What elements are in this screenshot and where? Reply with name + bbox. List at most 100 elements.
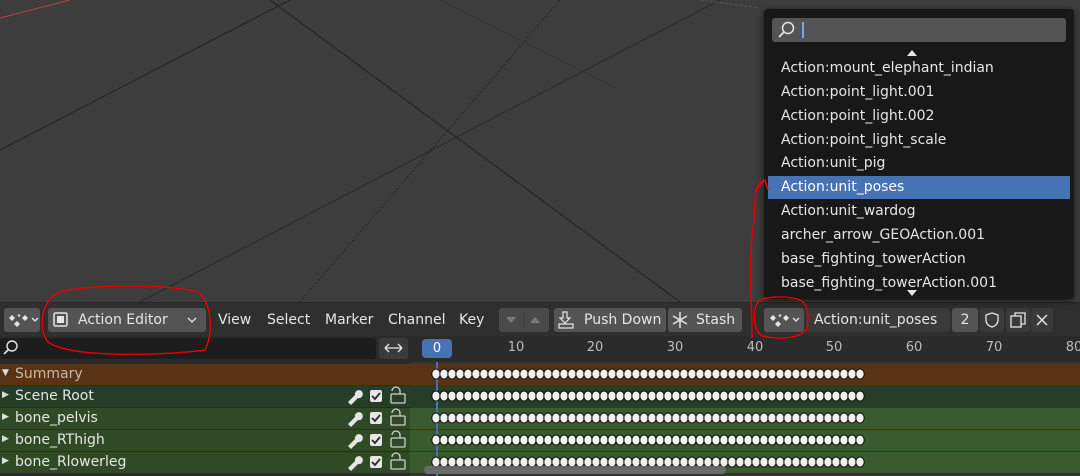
keyframe-marker[interactable] <box>607 390 617 402</box>
keyframe-timeline[interactable]: 0 10 20 30 40 50 60 70 80 <box>410 336 1080 476</box>
keyframe-marker[interactable] <box>719 412 729 424</box>
keyframe-marker[interactable] <box>519 412 529 424</box>
keyframe-marker[interactable] <box>807 368 817 380</box>
keyframe-marker[interactable] <box>551 434 561 446</box>
keyframe-marker[interactable] <box>735 456 745 468</box>
keyframe-marker[interactable] <box>655 434 665 446</box>
keyframe-marker[interactable] <box>823 390 833 402</box>
keyframe-marker[interactable] <box>463 368 473 380</box>
keyframe-marker[interactable] <box>607 368 617 380</box>
keyframe-marker[interactable] <box>823 456 833 468</box>
keyframe-marker[interactable] <box>543 434 553 446</box>
keyframe-marker[interactable] <box>767 412 777 424</box>
keyframe-marker[interactable] <box>567 368 577 380</box>
keyframe-marker[interactable] <box>743 390 753 402</box>
keyframe-marker[interactable] <box>767 368 777 380</box>
keyframe-marker[interactable] <box>663 390 673 402</box>
keyframe-marker[interactable] <box>847 368 857 380</box>
keyframe-marker[interactable] <box>751 434 761 446</box>
keyframe-marker[interactable] <box>727 456 737 468</box>
keyframe-marker[interactable] <box>535 368 545 380</box>
keyframe-marker[interactable] <box>447 390 457 402</box>
keyframe-marker[interactable] <box>479 390 489 402</box>
keyframe-marker[interactable] <box>791 434 801 446</box>
keyframe-marker[interactable] <box>759 434 769 446</box>
keyframe-marker[interactable] <box>711 390 721 402</box>
keyframe-marker[interactable] <box>767 456 777 468</box>
keyframe-marker[interactable] <box>735 412 745 424</box>
keyframe-marker[interactable] <box>767 390 777 402</box>
editor-type-button[interactable] <box>4 308 40 332</box>
keyframe-marker[interactable] <box>719 368 729 380</box>
keyframe-marker[interactable] <box>663 412 673 424</box>
keyframe-marker[interactable] <box>735 434 745 446</box>
keyframe-marker[interactable] <box>527 390 537 402</box>
expand-triangle-icon[interactable]: ▶ <box>2 434 9 444</box>
wrench-icon[interactable] <box>348 390 363 471</box>
dropdown-item[interactable]: Action:point_light_scale <box>768 129 1070 152</box>
dropdown-item[interactable]: Action:unit_pig <box>768 152 1070 175</box>
keyframe-marker[interactable] <box>535 390 545 402</box>
unlock-icon[interactable] <box>390 386 406 470</box>
keyframe-marker[interactable] <box>591 412 601 424</box>
keyframe-marker[interactable] <box>583 390 593 402</box>
keyframe-marker[interactable] <box>487 368 497 380</box>
keyframe-marker[interactable] <box>479 412 489 424</box>
unlink-action-button[interactable] <box>1031 308 1053 332</box>
keyframe-marker[interactable] <box>775 368 785 380</box>
keyframe-marker[interactable] <box>727 390 737 402</box>
mode-select[interactable]: Action Editor <box>48 308 206 332</box>
keyframe-marker[interactable] <box>583 434 593 446</box>
keyframe-marker[interactable] <box>695 434 705 446</box>
keyframe-marker[interactable] <box>583 412 593 424</box>
keyframe-marker[interactable] <box>711 368 721 380</box>
keyframe-marker[interactable] <box>703 434 713 446</box>
menu-select[interactable]: Select <box>267 312 310 328</box>
keyframe-marker[interactable] <box>471 434 481 446</box>
keyframe-marker[interactable] <box>639 390 649 402</box>
action-name-field[interactable]: Action:unit_poses <box>806 308 950 332</box>
keyframe-marker[interactable] <box>807 434 817 446</box>
keyframe-marker[interactable] <box>527 434 537 446</box>
horizontal-scrollbar[interactable] <box>424 466 726 474</box>
keyframe-marker[interactable] <box>815 390 825 402</box>
keyframe-marker[interactable] <box>815 412 825 424</box>
keyframe-marker[interactable] <box>759 390 769 402</box>
keyframe-marker[interactable] <box>687 434 697 446</box>
keyframe-marker[interactable] <box>575 434 585 446</box>
keyframe-marker[interactable] <box>431 434 441 446</box>
keyframe-marker[interactable] <box>559 434 569 446</box>
keyframe-marker[interactable] <box>591 390 601 402</box>
keyframe-marker[interactable] <box>783 390 793 402</box>
keyframe-marker[interactable] <box>623 434 633 446</box>
keyframe-marker[interactable] <box>759 368 769 380</box>
keyframe-marker[interactable] <box>807 456 817 468</box>
keyframe-marker[interactable] <box>791 412 801 424</box>
keyframe-marker[interactable] <box>463 434 473 446</box>
keyframe-marker[interactable] <box>631 390 641 402</box>
keyframe-marker[interactable] <box>575 368 585 380</box>
keyframe-marker[interactable] <box>847 434 857 446</box>
expand-triangle-icon[interactable]: ▶ <box>2 412 9 422</box>
keyframe-marker[interactable] <box>615 412 625 424</box>
keyframe-marker[interactable] <box>799 368 809 380</box>
keyframe-marker[interactable] <box>831 412 841 424</box>
keyframe-marker[interactable] <box>743 456 753 468</box>
keyframe-marker[interactable] <box>551 368 561 380</box>
keyframe-marker[interactable] <box>847 456 857 468</box>
keyframe-marker[interactable] <box>511 434 521 446</box>
keyframe-marker[interactable] <box>455 390 465 402</box>
dropdown-item[interactable]: base_fighting_towerAction.001 <box>768 272 1070 295</box>
keyframe-marker[interactable] <box>471 368 481 380</box>
keyframe-marker[interactable] <box>679 368 689 380</box>
keyframe-marker[interactable] <box>455 412 465 424</box>
keyframe-marker[interactable] <box>551 390 561 402</box>
keyframe-marker[interactable] <box>607 434 617 446</box>
keyframe-marker[interactable] <box>567 390 577 402</box>
keyframe-marker[interactable] <box>703 390 713 402</box>
keyframe-marker[interactable] <box>767 434 777 446</box>
stash-button[interactable]: Stash <box>668 308 742 332</box>
keyframe-marker[interactable] <box>727 412 737 424</box>
keyframe-marker[interactable] <box>495 434 505 446</box>
keyframe-marker[interactable] <box>695 412 705 424</box>
